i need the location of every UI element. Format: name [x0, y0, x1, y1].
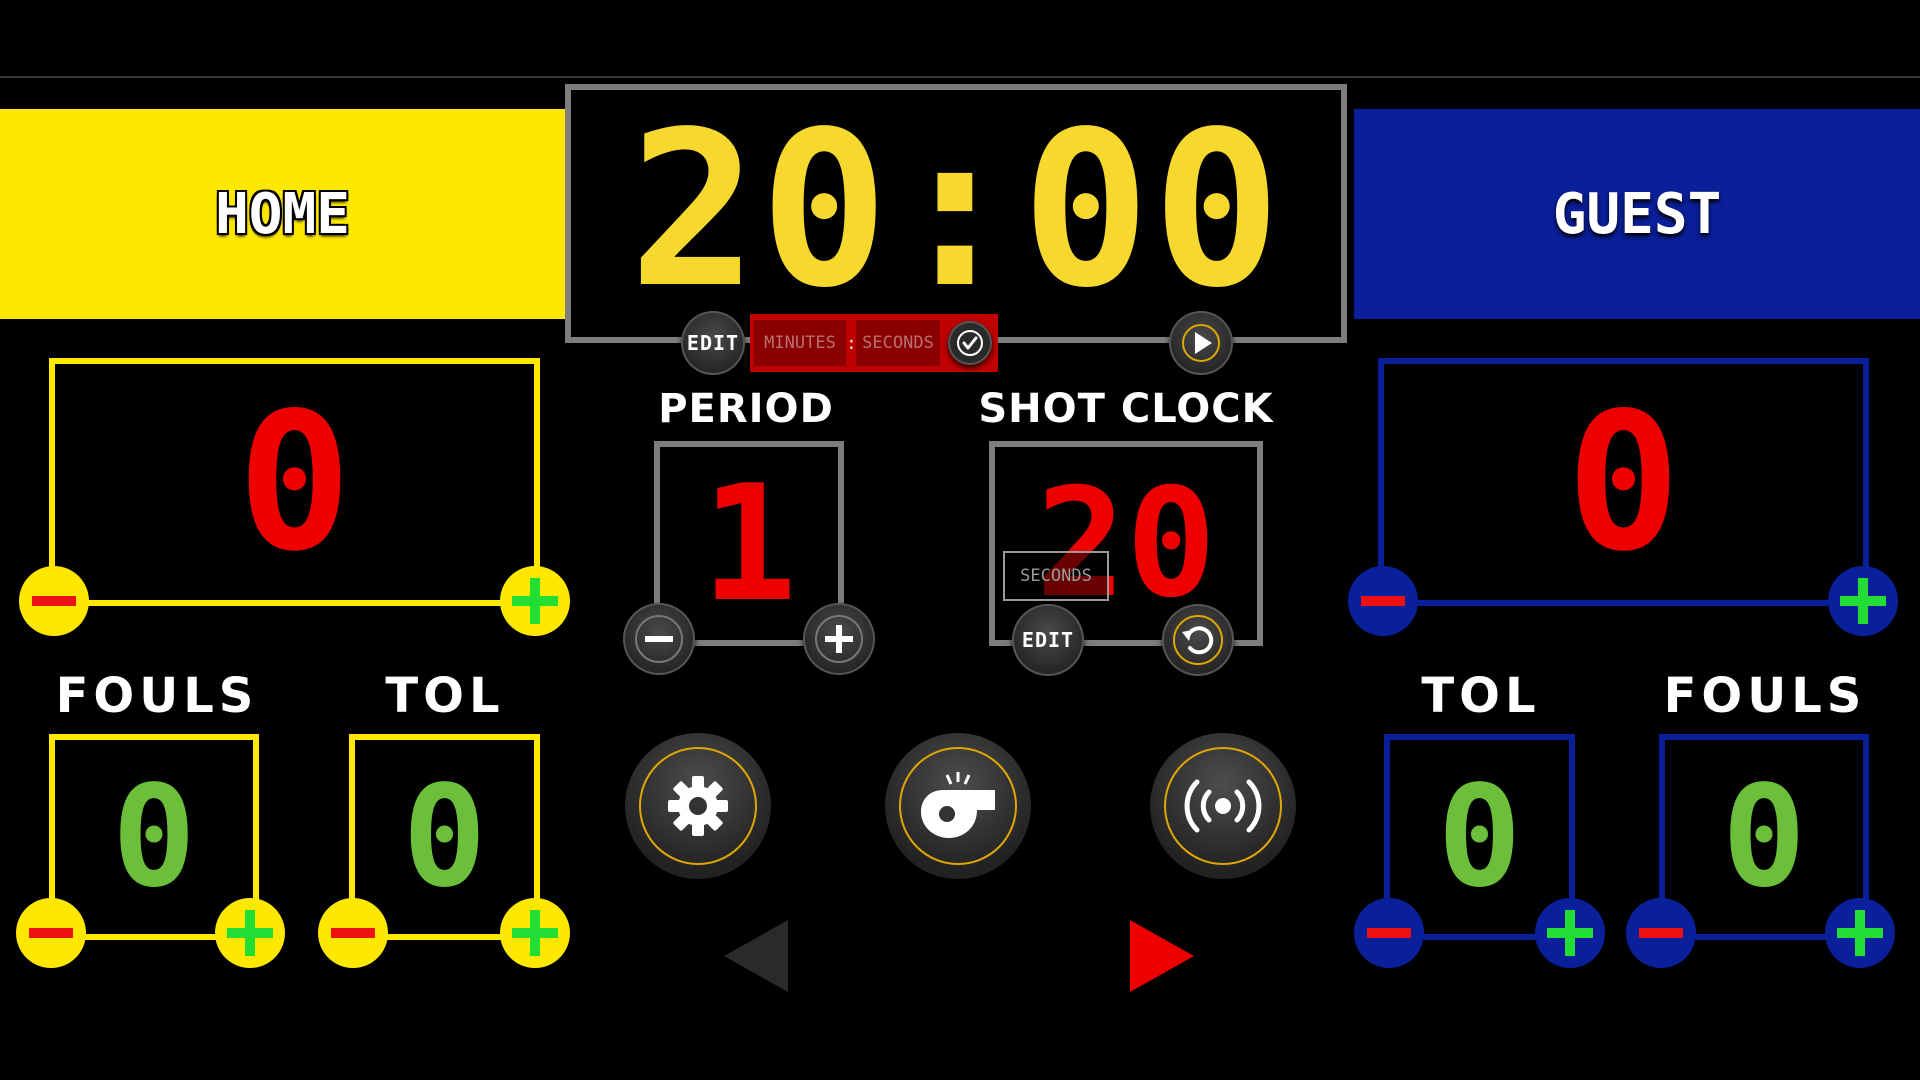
settings-button[interactable] [625, 733, 771, 879]
home-fouls-label: FOULS [55, 668, 259, 724]
minus-icon [32, 596, 76, 606]
home-tol-value: 0 [402, 755, 487, 919]
guest-tol-plus-button[interactable] [1535, 898, 1605, 968]
guest-score-minus-button[interactable] [1348, 566, 1418, 636]
minus-icon [29, 928, 73, 938]
play-icon [1182, 324, 1220, 362]
possession-home-arrow[interactable] [722, 918, 790, 994]
confirm-time-button[interactable] [948, 321, 992, 365]
guest-team-banner[interactable]: GUEST [1354, 109, 1920, 319]
home-fouls-value: 0 [111, 755, 197, 919]
home-fouls-plus-button[interactable] [215, 898, 285, 968]
shot-clock-reset-button[interactable] [1162, 604, 1234, 676]
game-clock-display: 20:00 [565, 84, 1347, 343]
guest-tol-value: 0 [1437, 755, 1522, 919]
gear-icon [668, 776, 728, 836]
settings-ring [639, 747, 757, 865]
plus-icon [815, 615, 863, 663]
plus-icon [1547, 910, 1593, 956]
whistle-button[interactable] [885, 733, 1031, 879]
triangle-right-icon [1130, 920, 1194, 992]
guest-fouls-value: 0 [1721, 755, 1807, 919]
time-separator: : [846, 332, 857, 354]
top-divider [0, 76, 1920, 78]
period-label: PERIOD [658, 386, 834, 432]
plus-icon [512, 910, 558, 956]
game-clock-time-editor: MINUTES : SECONDS [750, 314, 998, 372]
game-clock-edit-button[interactable]: EDIT [681, 311, 745, 375]
guest-score-box: 0 [1378, 358, 1869, 606]
home-fouls-minus-button[interactable] [16, 898, 86, 968]
broadcast-icon [1184, 779, 1262, 833]
guest-fouls-plus-button[interactable] [1825, 898, 1895, 968]
minus-icon [1361, 596, 1405, 606]
guest-fouls-minus-button[interactable] [1626, 898, 1696, 968]
period-value: 1 [700, 450, 798, 637]
plus-icon [1840, 578, 1886, 624]
minutes-placeholder: MINUTES [764, 333, 836, 353]
plus-icon [512, 578, 558, 624]
home-score-box: 0 [49, 358, 540, 606]
period-minus-button[interactable] [623, 603, 695, 675]
minutes-input[interactable]: MINUTES [754, 320, 846, 366]
plus-icon [1837, 910, 1883, 956]
possession-guest-arrow[interactable] [1128, 918, 1196, 994]
home-tol-minus-button[interactable] [318, 898, 388, 968]
home-score: 0 [237, 371, 352, 593]
minus-icon [331, 928, 375, 938]
plus-icon [227, 910, 273, 956]
home-tol-plus-button[interactable] [500, 898, 570, 968]
guest-team-name: GUEST [1552, 181, 1722, 247]
guest-score: 0 [1566, 371, 1681, 593]
game-clock-time: 20:00 [628, 86, 1284, 335]
minus-icon [1639, 928, 1683, 938]
triangle-left-icon [724, 920, 788, 992]
shot-clock-edit-label: EDIT [1021, 628, 1075, 652]
guest-tol-minus-button[interactable] [1354, 898, 1424, 968]
home-tol-label: TOL [385, 668, 505, 724]
checkmark-icon [957, 330, 983, 356]
shot-clock-edit-button[interactable]: EDIT [1012, 604, 1084, 676]
guest-score-plus-button[interactable] [1828, 566, 1898, 636]
home-team-name: HOME [215, 181, 350, 247]
shot-clock-seconds-placeholder: SECONDS [1020, 566, 1092, 586]
seconds-input[interactable]: SECONDS [856, 320, 940, 366]
game-clock-edit-label: EDIT [686, 331, 740, 355]
guest-tol-label: TOL [1421, 668, 1541, 724]
broadcast-ring [1164, 747, 1282, 865]
whistle-ring [899, 747, 1017, 865]
shot-clock-seconds-input[interactable]: SECONDS [1003, 551, 1109, 601]
home-team-banner[interactable]: HOME [0, 109, 565, 319]
minus-icon [635, 615, 683, 663]
whistle-icon [921, 772, 995, 838]
seconds-placeholder: SECONDS [862, 333, 934, 353]
shot-clock-label: SHOT CLOCK [978, 386, 1274, 432]
start-clock-button[interactable] [1169, 311, 1233, 375]
home-score-minus-button[interactable] [19, 566, 89, 636]
broadcast-button[interactable] [1150, 733, 1296, 879]
reset-icon [1173, 615, 1223, 665]
minus-icon [1367, 928, 1411, 938]
guest-fouls-label: FOULS [1663, 668, 1867, 724]
period-plus-button[interactable] [803, 603, 875, 675]
home-score-plus-button[interactable] [500, 566, 570, 636]
